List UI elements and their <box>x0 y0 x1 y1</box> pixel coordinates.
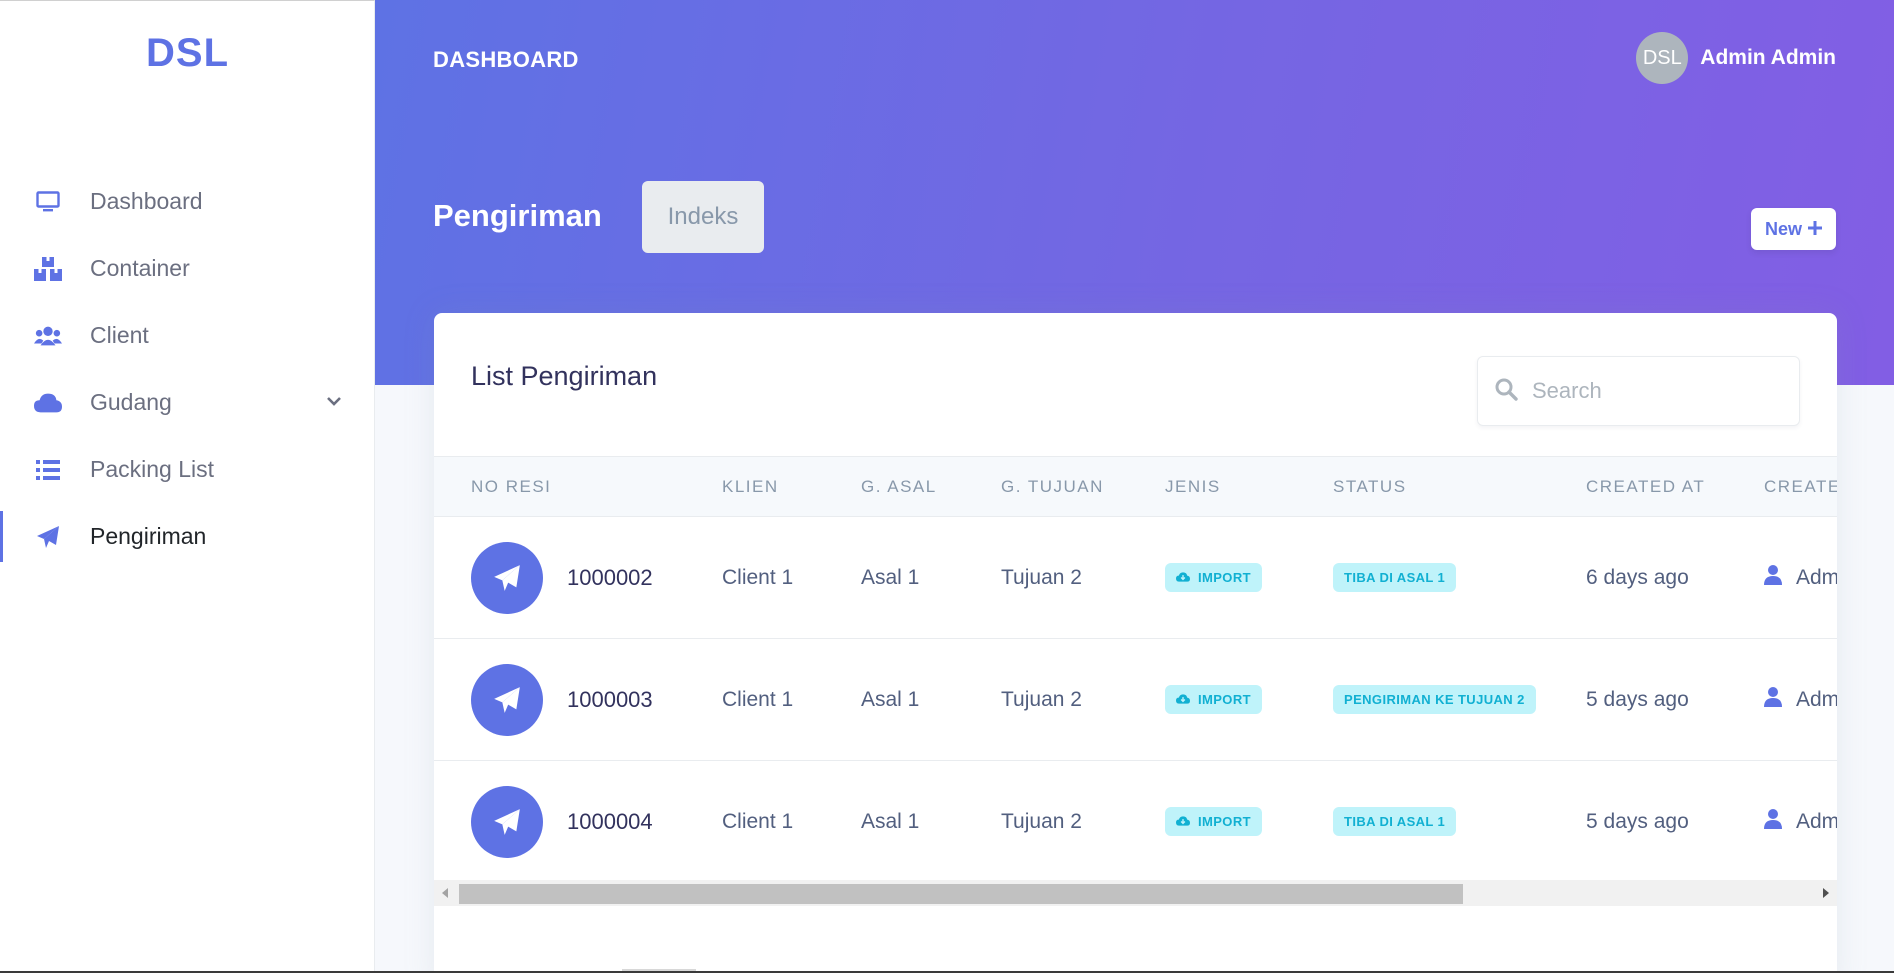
created-by-name: Admin <box>1796 687 1837 711</box>
resi-cell: 1000002 <box>471 541 722 614</box>
user-name[interactable]: Admin Admin <box>1700 46 1836 70</box>
sidebar-nav: Dashboard Container Client Gudang Packin… <box>0 168 375 570</box>
column-header-created-at[interactable]: CREATED AT <box>1586 457 1764 517</box>
shipment-list-card: List Pengiriman NO RESI KLIEN G. ASAL G.… <box>434 313 1837 973</box>
new-button-label: New <box>1764 218 1802 239</box>
user-icon <box>1764 686 1782 713</box>
created-by-cell: Admin <box>1764 686 1837 713</box>
user-menu[interactable]: DSL Admin Admin <box>1636 32 1836 84</box>
asal-cell: Asal 1 <box>861 809 920 833</box>
table-header-row: NO RESI KLIEN G. ASAL G. TUJUAN JENIS ST… <box>434 456 1837 517</box>
sidebar-item-packing-list[interactable]: Packing List <box>0 436 375 503</box>
created-at-cell: 6 days ago <box>1586 565 1689 589</box>
column-header-asal[interactable]: G. ASAL <box>861 457 1001 517</box>
column-header-status[interactable]: STATUS <box>1333 457 1586 517</box>
resi-number[interactable]: 1000003 <box>567 687 653 713</box>
user-icon <box>1764 564 1782 591</box>
jenis-label: IMPORT <box>1198 570 1251 585</box>
column-header-no-resi[interactable]: NO RESI <box>434 457 722 517</box>
horizontal-scrollbar[interactable] <box>434 880 1837 906</box>
table-scroll-area[interactable]: NO RESI KLIEN G. ASAL G. TUJUAN JENIS ST… <box>434 456 1837 890</box>
card-title: List Pengiriman <box>471 361 658 391</box>
jenis-badge: IMPORT <box>1165 807 1262 836</box>
brand-logo[interactable]: DSL <box>0 31 375 76</box>
created-by-cell: Admin <box>1764 808 1837 835</box>
status-badge: TIBA DI ASAL 1 <box>1333 563 1457 592</box>
tujuan-cell: Tujuan 2 <box>1001 565 1082 589</box>
sidebar-item-container[interactable]: Container <box>0 235 375 302</box>
sidebar-item-label: Pengiriman <box>90 523 207 549</box>
paper-plane-icon <box>34 523 62 551</box>
search-icon <box>1494 377 1518 406</box>
created-by-name: Admin <box>1796 565 1837 589</box>
resi-number[interactable]: 1000004 <box>567 809 653 835</box>
resi-number[interactable]: 1000002 <box>567 565 653 591</box>
monitor-icon <box>34 188 62 216</box>
paper-plane-icon <box>471 541 543 614</box>
klien-cell: Client 1 <box>722 687 794 711</box>
table-row[interactable]: 1000003 Client 1 Asal 1 Tujuan 2 IMPORT … <box>434 639 1837 761</box>
cloud-download-icon <box>1176 814 1190 829</box>
sidebar-item-pengiriman[interactable]: Pengiriman <box>0 503 375 570</box>
sidebar-item-label: Dashboard <box>90 188 203 214</box>
sidebar-item-label: Container <box>90 255 190 281</box>
cloud-icon <box>34 389 62 417</box>
jenis-badge: IMPORT <box>1165 685 1262 714</box>
sidebar-item-dashboard[interactable]: Dashboard <box>0 168 375 235</box>
list-icon <box>34 456 62 484</box>
shipment-table: NO RESI KLIEN G. ASAL G. TUJUAN JENIS ST… <box>434 456 1837 883</box>
users-icon <box>34 322 62 350</box>
status-badge: TIBA DI ASAL 1 <box>1333 807 1457 836</box>
tujuan-cell: Tujuan 2 <box>1001 809 1082 833</box>
klien-cell: Client 1 <box>722 809 794 833</box>
breadcrumb[interactable]: Indeks <box>642 181 764 253</box>
created-by-name: Admin <box>1796 809 1837 833</box>
column-header-tujuan[interactable]: G. TUJUAN <box>1001 457 1165 517</box>
column-header-jenis[interactable]: JENIS <box>1165 457 1333 517</box>
column-header-created-by[interactable]: CREATED BY <box>1764 457 1837 517</box>
table-row[interactable]: 1000004 Client 1 Asal 1 Tujuan 2 IMPORT … <box>434 761 1837 883</box>
page-title: Pengiriman <box>433 198 602 233</box>
new-button[interactable]: New <box>1750 208 1836 250</box>
sidebar: DSL Dashboard Container Client Gudang Pa… <box>0 0 375 973</box>
search-box[interactable] <box>1477 356 1800 426</box>
created-at-cell: 5 days ago <box>1586 809 1689 833</box>
search-input[interactable] <box>1532 378 1762 404</box>
sidebar-item-label: Gudang <box>90 389 172 415</box>
scrollbar-thumb[interactable] <box>459 884 1463 904</box>
cloud-download-icon <box>1176 570 1190 585</box>
sidebar-item-gudang[interactable]: Gudang <box>0 369 375 436</box>
klien-cell: Client 1 <box>722 565 794 589</box>
asal-cell: Asal 1 <box>861 565 920 589</box>
boxes-icon <box>34 255 62 283</box>
paper-plane-icon <box>471 663 543 736</box>
scroll-left-arrow[interactable] <box>442 888 448 898</box>
user-icon <box>1764 808 1782 835</box>
sidebar-item-label: Client <box>90 322 149 348</box>
sidebar-item-client[interactable]: Client <box>0 302 375 369</box>
status-badge: PENGIRIMAN KE TUJUAN 2 <box>1333 685 1536 714</box>
jenis-label: IMPORT <box>1198 692 1251 707</box>
window-bottom-mark <box>622 969 696 971</box>
avatar[interactable]: DSL <box>1636 32 1689 84</box>
scroll-right-arrow[interactable] <box>1823 888 1829 898</box>
jenis-badge: IMPORT <box>1165 563 1262 592</box>
chevron-down-icon[interactable] <box>327 393 341 411</box>
resi-cell: 1000003 <box>471 663 722 736</box>
resi-cell: 1000004 <box>471 785 722 858</box>
header-title[interactable]: DASHBOARD <box>433 47 579 73</box>
column-header-klien[interactable]: KLIEN <box>722 457 861 517</box>
created-by-cell: Admin <box>1764 564 1837 591</box>
asal-cell: Asal 1 <box>861 687 920 711</box>
jenis-label: IMPORT <box>1198 814 1251 829</box>
tujuan-cell: Tujuan 2 <box>1001 687 1082 711</box>
sidebar-item-label: Packing List <box>90 456 215 482</box>
paper-plane-icon <box>471 785 543 858</box>
table-row[interactable]: 1000002 Client 1 Asal 1 Tujuan 2 IMPORT … <box>434 517 1837 639</box>
plus-icon <box>1808 219 1822 240</box>
cloud-download-icon <box>1176 692 1190 707</box>
created-at-cell: 5 days ago <box>1586 687 1689 711</box>
